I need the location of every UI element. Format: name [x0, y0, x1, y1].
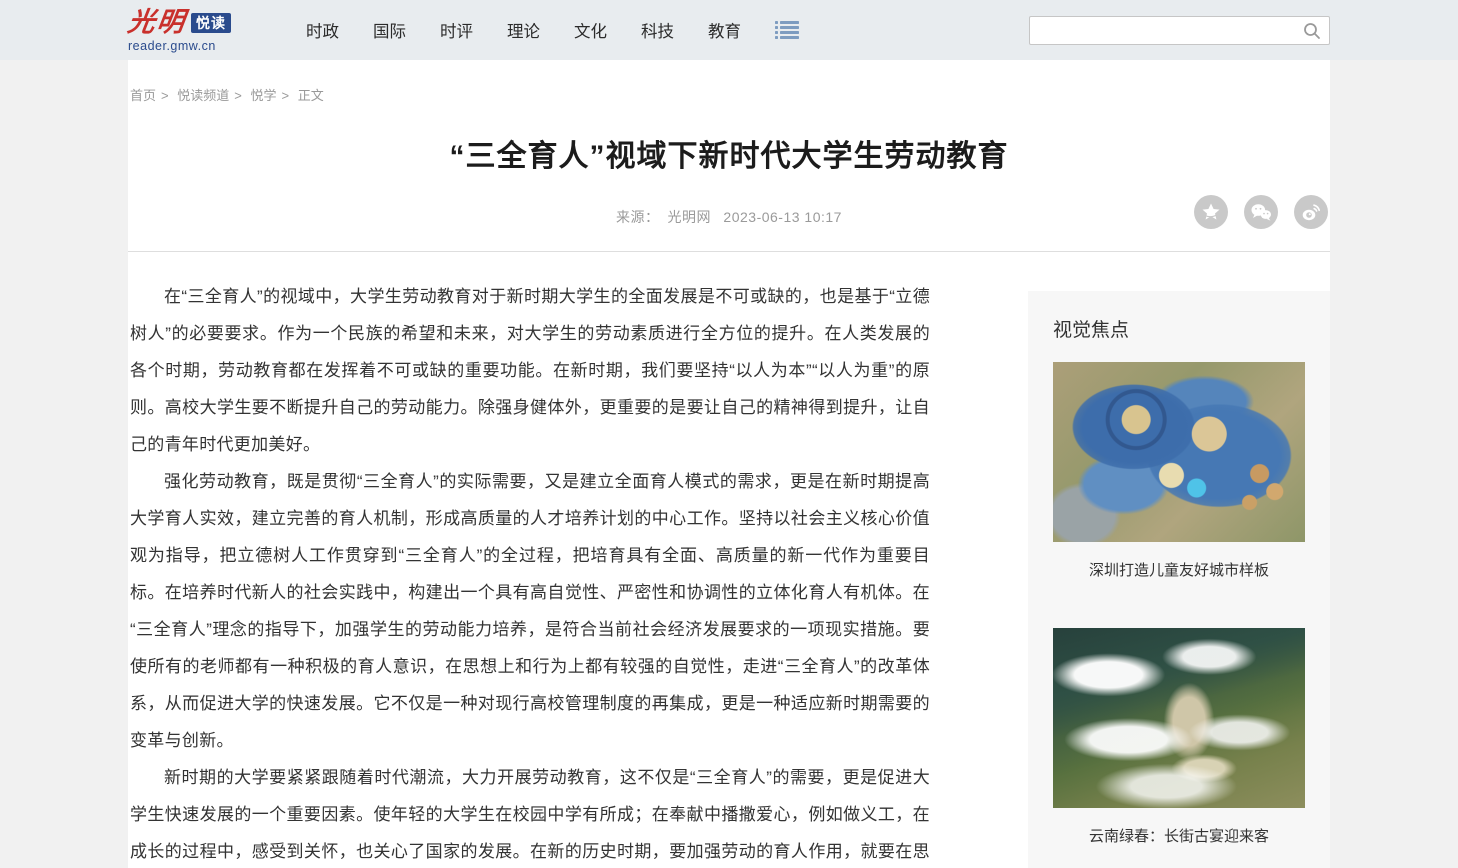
article-paragraph: 新时期的大学要紧紧跟随着时代潮流，大力开展劳动教育，这不仅是“三全育人”的需要，… — [130, 759, 930, 868]
article-meta: 来源： 光明网 2023-06-13 10:17 — [128, 199, 1330, 227]
mountain-village-aerial-image[interactable] — [1053, 628, 1305, 808]
search-button[interactable] — [1300, 19, 1324, 43]
nav-item-lilun[interactable]: 理论 — [507, 18, 540, 42]
breadcrumb-current: 正文 — [298, 88, 324, 103]
breadcrumb-channel[interactable]: 悦读频道 — [177, 88, 229, 103]
search-icon — [1302, 21, 1322, 41]
source-label: 来源： — [616, 209, 660, 225]
breadcrumb-home[interactable]: 首页 — [130, 88, 156, 103]
logo-domain-text: reader.gmw.cn — [128, 40, 231, 53]
sidebar-story-shenzhen[interactable]: 深圳打造儿童友好城市样板 — [1053, 362, 1305, 580]
breadcrumb-section[interactable]: 悦学 — [250, 88, 276, 103]
site-logo[interactable]: 光明 悦读 reader.gmw.cn — [128, 9, 231, 53]
playground-aerial-image[interactable] — [1053, 362, 1305, 542]
sidebar-caption[interactable]: 深圳打造儿童友好城市样板 — [1053, 559, 1305, 580]
nav-item-jiaoyu[interactable]: 教育 — [708, 18, 741, 42]
breadcrumb-separator: > — [281, 88, 289, 103]
top-navigation-bar: 光明 悦读 reader.gmw.cn 时政 国际 时评 理论 文化 科技 教育 — [0, 0, 1458, 60]
search-input[interactable] — [1029, 16, 1330, 45]
qzone-share-icon[interactable] — [1194, 195, 1228, 229]
publish-datetime: 2023-06-13 10:17 — [723, 209, 842, 225]
nav-item-shizheng[interactable]: 时政 — [306, 18, 339, 42]
logo-brand-text: 光明 — [126, 9, 188, 36]
share-buttons — [1194, 195, 1328, 229]
nav-item-guoji[interactable]: 国际 — [373, 18, 406, 42]
sidebar-title: 视觉焦点 — [1053, 315, 1305, 342]
wechat-share-icon[interactable] — [1244, 195, 1278, 229]
article-title: “三全育人”视域下新时代大学生劳动教育 — [128, 131, 1330, 175]
page-content: 首页 > 悦读频道 > 悦学 > 正文 “三全育人”视域下新时代大学生劳动教育 来源：… — [128, 60, 1330, 868]
sidebar-caption[interactable]: 云南绿春：长街古宴迎来客 — [1053, 825, 1305, 846]
article-body: 在“三全育人”的视域中，大学生劳动教育对于新时期大学生的全面发展是不可或缺的，也… — [128, 278, 930, 868]
nav-item-shiping[interactable]: 时评 — [440, 18, 473, 42]
article-meta-row: 来源： 光明网 2023-06-13 10:17 — [128, 199, 1330, 241]
nav-item-wenhua[interactable]: 文化 — [574, 18, 607, 42]
visual-focus-sidebar: 视觉焦点 深圳打造儿童友好城市样板 云南绿春：长街古宴迎来客 — [1028, 291, 1330, 868]
article-paragraph: 强化劳动教育，既是贯彻“三全育人”的实际需要，又是建立全面育人模式的需求，更是在… — [130, 463, 930, 759]
nav-item-keji[interactable]: 科技 — [641, 18, 674, 42]
sidebar-story-yunnan[interactable]: 云南绿春：长街古宴迎来客 — [1053, 628, 1305, 846]
main-nav: 时政 国际 时评 理论 文化 科技 教育 — [289, 18, 800, 42]
menu-list-icon[interactable] — [774, 19, 800, 41]
weibo-share-icon[interactable] — [1294, 195, 1328, 229]
logo-badge-text: 悦读 — [191, 13, 231, 33]
breadcrumb-separator: > — [234, 88, 242, 103]
breadcrumb-separator: > — [161, 88, 169, 103]
article-paragraph: 在“三全育人”的视域中，大学生劳动教育对于新时期大学生的全面发展是不可或缺的，也… — [130, 278, 930, 463]
breadcrumb: 首页 > 悦读频道 > 悦学 > 正文 — [128, 60, 1330, 104]
search-box — [1029, 16, 1330, 45]
source-name: 光明网 — [668, 209, 712, 225]
